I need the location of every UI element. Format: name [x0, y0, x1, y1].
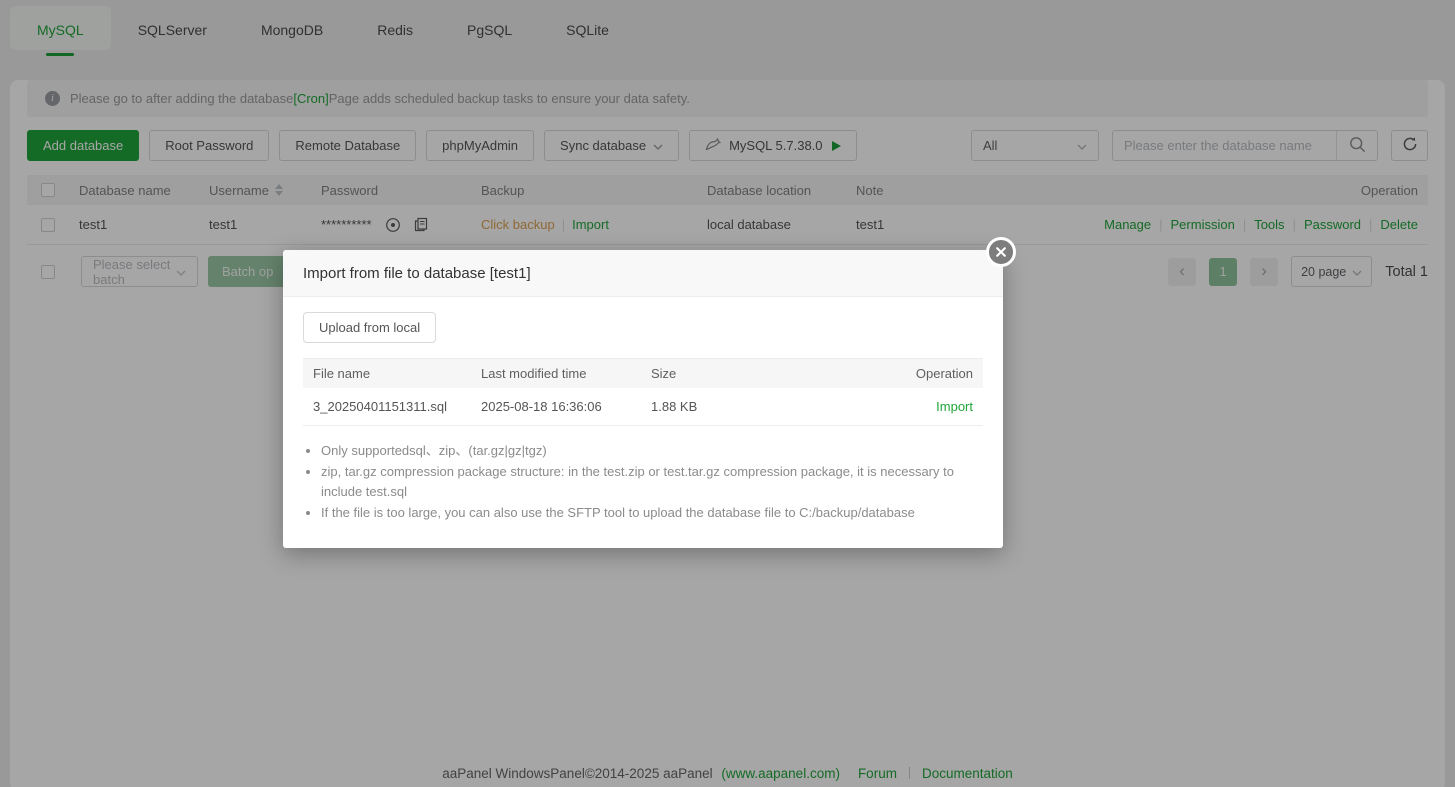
note-item: Only supportedsql、zip、(tar.gz|gz|tgz)	[321, 441, 983, 461]
dialog-body: Upload from local File name Last modifie…	[283, 297, 1003, 548]
file-table-header: File name Last modified time Size Operat…	[303, 359, 983, 388]
file-table: File name Last modified time Size Operat…	[303, 358, 983, 426]
note-item: zip, tar.gz compression package structur…	[321, 462, 983, 502]
header-last-modified: Last modified time	[481, 366, 651, 381]
dialog-title: Import from file to database [test1]	[283, 250, 1003, 297]
file-size-value: 1.88 KB	[651, 399, 863, 414]
modified-time-value: 2025-08-18 16:36:06	[481, 399, 651, 414]
file-row: 3_20250401151311.sql 2025-08-18 16:36:06…	[303, 388, 983, 425]
note-item: If the file is too large, you can also u…	[321, 503, 983, 523]
header-operation: Operation	[863, 366, 983, 381]
import-notes: Only supportedsql、zip、(tar.gz|gz|tgz) zi…	[309, 441, 983, 523]
header-size: Size	[651, 366, 863, 381]
header-file-name: File name	[303, 366, 481, 381]
file-import-link[interactable]: Import	[936, 399, 973, 414]
import-dialog: Import from file to database [test1] Upl…	[283, 250, 1003, 548]
file-name-value: 3_20250401151311.sql	[303, 399, 481, 414]
upload-from-local-button[interactable]: Upload from local	[303, 312, 436, 343]
close-icon[interactable]	[986, 237, 1016, 267]
